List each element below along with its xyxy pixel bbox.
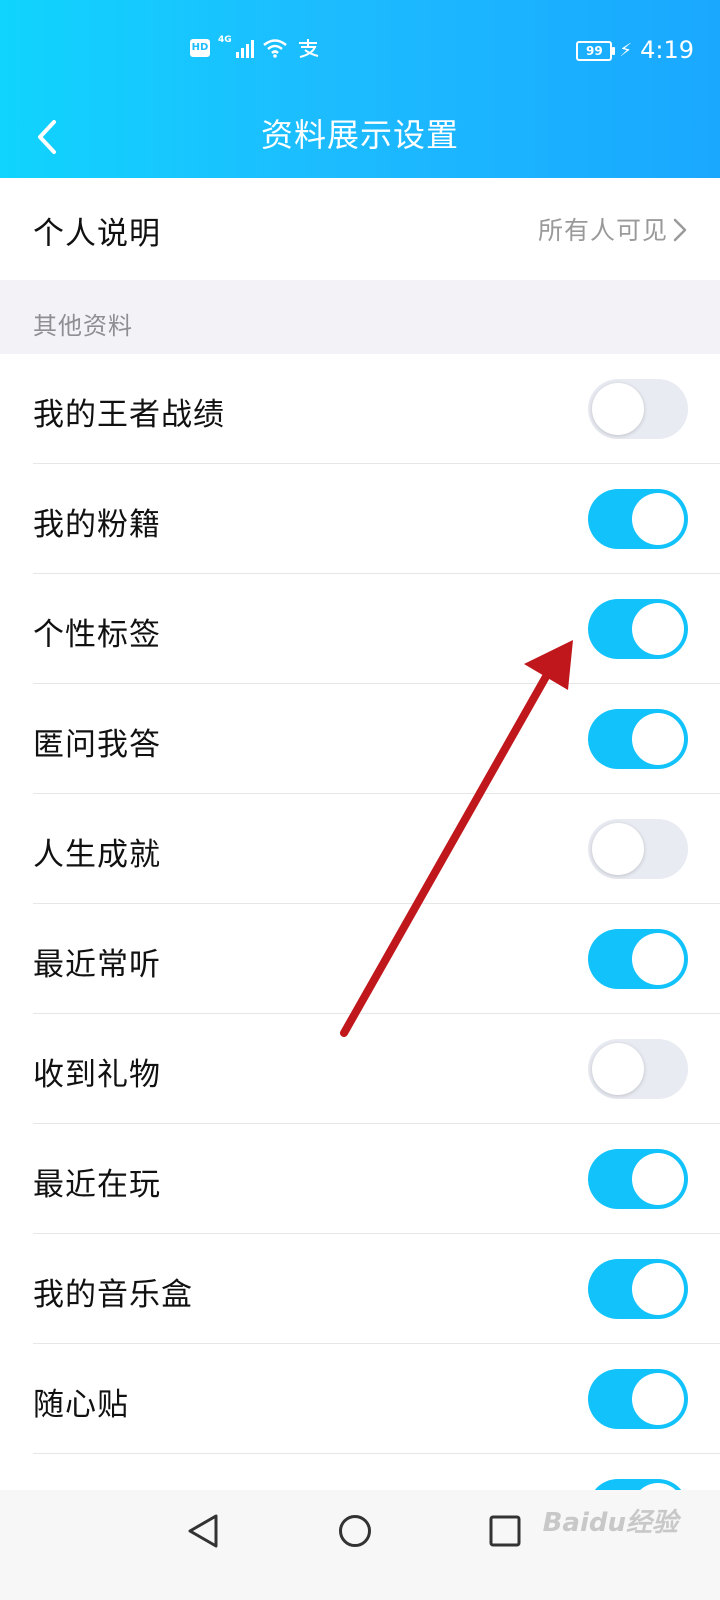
baidu-watermark: Baidu经验 <box>542 1508 678 1538</box>
toggle-knob <box>632 1373 684 1425</box>
setting-label: 最近在玩 <box>33 1167 161 1203</box>
hd-icon: HD <box>190 39 210 57</box>
setting-row: 最近在玩 <box>0 1124 720 1234</box>
toggle-switch[interactable] <box>588 1369 688 1429</box>
section-title: 其他资料 <box>33 312 133 340</box>
toggle-switch[interactable] <box>588 709 688 769</box>
section-header-other-info: 其他资料 <box>0 280 720 354</box>
setting-row: 收到礼物 <box>0 1014 720 1124</box>
nav-home-icon[interactable] <box>337 1512 373 1550</box>
toggle-knob <box>592 1043 644 1095</box>
status-left-icons: HD 4G <box>190 35 320 58</box>
status-bar: HD 4G 99 ⚡ 4:19 <box>0 0 720 100</box>
setting-label: 匿问我答 <box>33 727 161 763</box>
status-time: 4:19 <box>640 36 694 64</box>
setting-row: 人生成就 <box>0 794 720 904</box>
toggle-knob <box>632 493 684 545</box>
setting-label: 个性标签 <box>33 617 161 653</box>
toggle-knob <box>632 713 684 765</box>
chevron-right-icon <box>673 218 687 242</box>
setting-label: 我的王者战绩 <box>33 397 225 433</box>
setting-label: 最近常听 <box>33 947 161 983</box>
settings-list: 我的王者战绩 我的粉籍 个性标签 匿问我答 人生成就 最近常听 收到礼物 最近在… <box>0 354 720 1564</box>
toggle-switch[interactable] <box>588 599 688 659</box>
nav-recent-icon[interactable] <box>488 1512 522 1550</box>
setting-row: 我的粉籍 <box>0 464 720 574</box>
toggle-switch[interactable] <box>588 379 688 439</box>
toggle-knob <box>592 383 644 435</box>
page-title: 资料展示设置 <box>260 116 459 154</box>
personal-intro-visibility: 所有人可见 <box>537 216 668 245</box>
header: HD 4G 99 ⚡ 4:19 资料展示设置 <box>0 0 720 178</box>
network-type-label: 4G <box>218 35 232 45</box>
wifi-icon <box>262 39 287 58</box>
signal-icon <box>235 38 254 58</box>
toggle-switch[interactable] <box>588 819 688 879</box>
setting-label: 收到礼物 <box>33 1057 161 1093</box>
setting-row: 个性标签 <box>0 574 720 684</box>
nav-back-icon[interactable] <box>186 1512 220 1550</box>
charging-bolt-icon: ⚡ <box>619 40 632 61</box>
toggle-knob <box>632 603 684 655</box>
toggle-knob <box>632 1153 684 1205</box>
battery-icon: 99 <box>576 40 616 61</box>
setting-row: 我的音乐盒 <box>0 1234 720 1344</box>
toggle-knob <box>632 1263 684 1315</box>
toggle-switch[interactable] <box>588 929 688 989</box>
personal-intro-row[interactable]: 个人说明 所有人可见 <box>0 178 720 280</box>
setting-label: 随心贴 <box>33 1387 129 1423</box>
setting-label: 我的音乐盒 <box>33 1277 193 1313</box>
setting-row: 我的王者战绩 <box>0 354 720 464</box>
setting-label: 我的粉籍 <box>33 507 161 543</box>
setting-row: 匿问我答 <box>0 684 720 794</box>
toggle-switch[interactable] <box>588 1259 688 1319</box>
toggle-switch[interactable] <box>588 1039 688 1099</box>
setting-row: 随心贴 <box>0 1344 720 1454</box>
title-bar: 资料展示设置 <box>0 100 720 178</box>
toggle-switch[interactable] <box>588 1149 688 1209</box>
toggle-knob <box>632 933 684 985</box>
toggle-knob <box>592 823 644 875</box>
personal-intro-label: 个人说明 <box>33 216 161 252</box>
system-nav-bar: Baidu经验 <box>0 1490 720 1600</box>
setting-label: 人生成就 <box>33 837 161 873</box>
alipay-icon <box>298 39 318 58</box>
toggle-switch[interactable] <box>588 489 688 549</box>
battery-area: 99 ⚡ <box>576 40 632 61</box>
setting-row: 最近常听 <box>0 904 720 1014</box>
